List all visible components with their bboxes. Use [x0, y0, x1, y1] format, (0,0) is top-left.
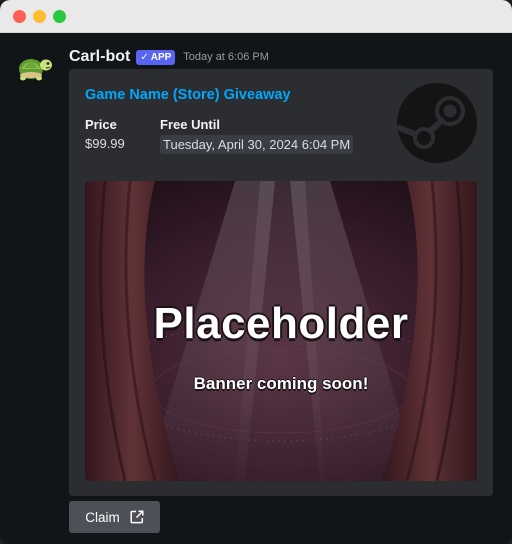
app-window: Carl-bot ✓ APP Today at 6:06 PM Game Nam…	[0, 0, 512, 544]
embed-title[interactable]: Game Name (Store) Giveaway	[85, 87, 291, 103]
minimize-window-button[interactable]	[33, 10, 46, 23]
window-titlebar	[0, 0, 512, 33]
message-timestamp[interactable]: Today at 6:06 PM	[183, 51, 269, 63]
banner-subtitle: Banner coming soon!	[193, 374, 369, 393]
free-until-field-name: Free Until	[160, 117, 220, 132]
maximize-window-button[interactable]	[53, 10, 66, 23]
claim-button[interactable]: Claim	[69, 501, 160, 533]
app-badge-label: APP	[150, 51, 172, 63]
message-header: Carl-bot ✓ APP Today at 6:06 PM	[69, 47, 269, 67]
giveaway-embed: Game Name (Store) Giveaway Price $99.99 …	[69, 69, 493, 496]
message-area: Carl-bot ✓ APP Today at 6:06 PM Game Nam…	[0, 33, 512, 544]
embed-thumbnail[interactable]	[395, 83, 477, 163]
price-field-value: $99.99	[85, 136, 125, 151]
steam-icon	[395, 83, 477, 163]
avatar[interactable]	[12, 51, 54, 87]
external-link-icon	[130, 510, 144, 524]
username[interactable]: Carl-bot	[69, 48, 130, 66]
free-until-field-value[interactable]: Tuesday, April 30, 2024 6:04 PM	[160, 135, 354, 154]
turtle-icon	[19, 59, 52, 81]
verified-check-icon: ✓	[140, 51, 149, 63]
claim-button-label: Claim	[85, 509, 120, 525]
app-badge: ✓ APP	[136, 49, 176, 65]
embed-banner-image[interactable]: Placeholder Banner coming soon!	[85, 181, 477, 481]
close-window-button[interactable]	[13, 10, 26, 23]
banner-title: Placeholder	[153, 299, 409, 348]
price-field-name: Price	[85, 117, 117, 132]
